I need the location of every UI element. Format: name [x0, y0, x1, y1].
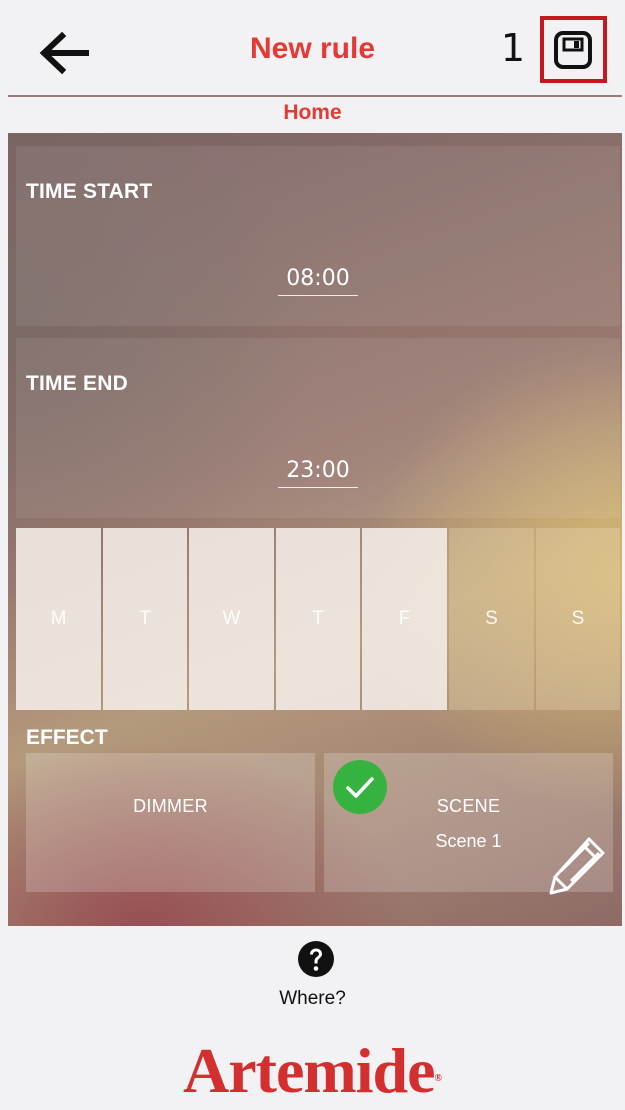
- time-end-label: TIME END: [26, 372, 128, 395]
- day-sunday-toggle[interactable]: S: [536, 528, 620, 710]
- time-end-section[interactable]: TIME END 23:00: [16, 338, 620, 518]
- time-start-label: TIME START: [26, 180, 153, 203]
- floppy-disk-icon[interactable]: [553, 30, 593, 70]
- artemide-logo: Artemide®: [0, 1036, 625, 1106]
- day-saturday-toggle[interactable]: S: [449, 528, 534, 710]
- day-wednesday-toggle[interactable]: W: [189, 528, 274, 710]
- header-divider: [8, 95, 622, 97]
- effect-dimmer-option[interactable]: DIMMER: [26, 753, 315, 892]
- time-start-section[interactable]: TIME START 08:00: [16, 146, 620, 326]
- pencil-icon[interactable]: [545, 833, 609, 897]
- rule-panel: TIME START 08:00 TIME END 23:00 M T W T …: [8, 133, 622, 926]
- location-subtitle: Home: [283, 101, 342, 124]
- dimmer-label: DIMMER: [133, 796, 208, 816]
- weekday-selector: M T W T F S S: [16, 528, 620, 710]
- checkmark-icon: [333, 760, 387, 814]
- where-help-link[interactable]: Where?: [0, 988, 625, 1010]
- day-friday-toggle[interactable]: F: [362, 528, 447, 710]
- day-monday-toggle[interactable]: M: [16, 528, 101, 710]
- registered-mark: ®: [434, 1073, 442, 1084]
- step-number: 1: [500, 26, 526, 70]
- day-thursday-toggle[interactable]: T: [276, 528, 360, 710]
- day-tuesday-toggle[interactable]: T: [103, 528, 187, 710]
- page-title: New rule: [249, 32, 376, 65]
- time-start-input[interactable]: 08:00: [278, 266, 358, 296]
- question-circle-icon[interactable]: [297, 940, 335, 978]
- time-end-input[interactable]: 23:00: [278, 458, 358, 488]
- logo-text: Artemide: [183, 1035, 435, 1106]
- effect-label: EFFECT: [26, 726, 108, 749]
